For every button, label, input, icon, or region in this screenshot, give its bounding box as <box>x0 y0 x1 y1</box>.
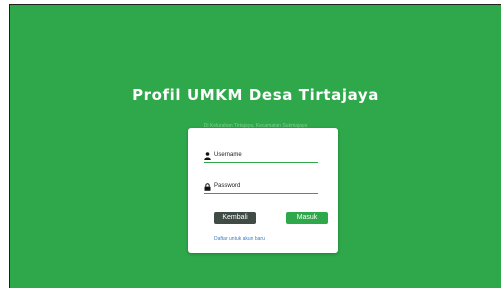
password-label: Password <box>214 183 241 189</box>
password-field[interactable]: Password <box>204 181 318 194</box>
login-button[interactable]: Masuk <box>286 212 328 224</box>
username-label: Username <box>214 152 242 158</box>
page-background: Profil UMKM Desa Tirtajaya Di Kelurahan … <box>9 4 501 288</box>
register-link[interactable]: Daftar untuk akun baru <box>214 236 265 243</box>
username-field[interactable]: Username <box>204 150 318 163</box>
user-icon <box>204 152 211 160</box>
login-card: Username Password Kembali Masuk Daftar u… <box>188 128 338 253</box>
lock-icon <box>204 183 211 191</box>
back-button[interactable]: Kembali <box>214 212 256 224</box>
page-title: Profil UMKM Desa Tirtajaya <box>132 86 379 104</box>
